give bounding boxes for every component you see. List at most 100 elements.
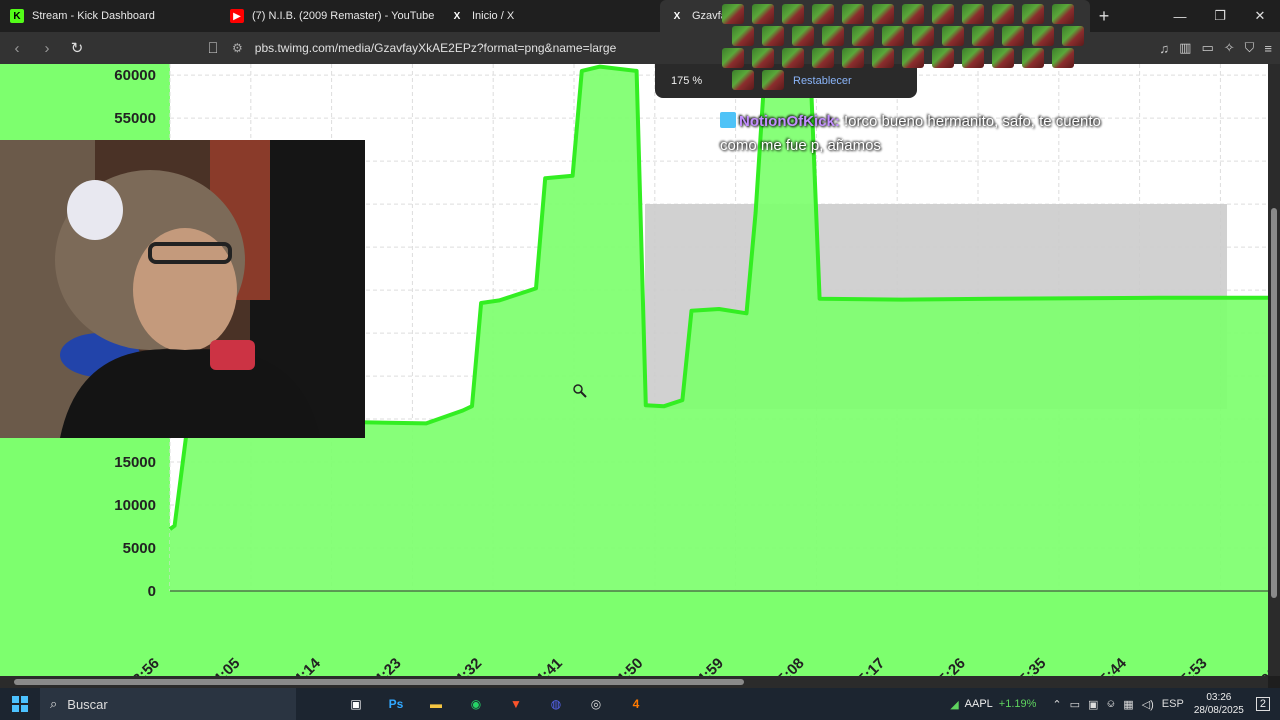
- search-icon: ⌕: [50, 696, 58, 711]
- emote-icon: [792, 26, 814, 46]
- emote-icon: [992, 48, 1014, 68]
- brave-icon[interactable]: ▼: [496, 688, 536, 720]
- notifications-icon[interactable]: 2: [1255, 697, 1270, 711]
- emote-icon: [752, 48, 774, 68]
- emote-icon: [992, 4, 1014, 24]
- taskbar-search[interactable]: ⌕ Buscar: [40, 688, 296, 720]
- emote-icon: [762, 70, 784, 90]
- webcam-feed: [0, 140, 365, 438]
- address-bar: ‹ › ↻ ⎕ ⚙ pbs.twimg.com/media/GzavfayXkA…: [0, 32, 1280, 64]
- emote-icon: [912, 26, 934, 46]
- emote-icon: [932, 4, 954, 24]
- windows-taskbar: ⌕ Buscar ▣ Ps ▬ ◉ ▼ ◍ ◎ 4 ◢ AAPL +1.19% ⌃ ▭ ▣ ⎉…: [0, 688, 1280, 720]
- tab-label: Inicio / X: [472, 10, 515, 22]
- sidebar-icon[interactable]: ▥: [1179, 40, 1191, 56]
- chat-username: NotionOfKick:: [739, 113, 840, 130]
- vertical-scrollbar[interactable]: [1268, 64, 1280, 676]
- windows-start-icon[interactable]: [0, 688, 40, 720]
- tab-kick-dashboard[interactable]: K Stream - Kick Dashboard: [0, 0, 220, 32]
- emote-icon: [962, 4, 984, 24]
- y-tick-label: 60000: [114, 67, 156, 84]
- photoshop-icon[interactable]: Ps: [376, 688, 416, 720]
- emote-icon: [842, 48, 864, 68]
- stock-change: +1.19%: [998, 698, 1037, 710]
- browser-toolbar: ♫ ▥ ▭ ✧ ⛉ ≡: [1159, 32, 1272, 64]
- emote-icon: [732, 26, 754, 46]
- emote-icon: [942, 26, 964, 46]
- tab-youtube[interactable]: ▶ (7) N.I.B. (2009 Remaster) - YouTube: [220, 0, 440, 32]
- emote-icon: [722, 4, 744, 24]
- horizontal-scroll-thumb[interactable]: [14, 679, 744, 685]
- obs-icon[interactable]: ◎: [576, 688, 616, 720]
- tray-icons: ⌃ ▭ ▣ ⎉ ▦ ◁) ESP: [1052, 698, 1183, 711]
- network-icon[interactable]: ▭: [1070, 698, 1080, 711]
- file-explorer-icon[interactable]: ▬: [416, 688, 456, 720]
- discord-icon[interactable]: ◍: [536, 688, 576, 720]
- emote-icon: [812, 48, 834, 68]
- back-icon[interactable]: ‹: [4, 35, 30, 61]
- reload-icon[interactable]: ↻: [64, 35, 90, 61]
- x-icon: X: [673, 10, 681, 22]
- stock-widget[interactable]: ◢ AAPL +1.19%: [950, 698, 1036, 711]
- emote-icon: [872, 48, 894, 68]
- emote-icon: [932, 48, 954, 68]
- emote-icon: [1032, 26, 1054, 46]
- emote-icon: [852, 26, 874, 46]
- forward-icon[interactable]: ›: [34, 35, 60, 61]
- system-tray: ◢ AAPL +1.19% ⌃ ▭ ▣ ⎉ ▦ ◁) ESP 03:26 28/…: [950, 688, 1280, 720]
- taskbar-apps: ▣ Ps ▬ ◉ ▼ ◍ ◎ 4: [336, 688, 656, 720]
- y-tick-label: 10000: [114, 497, 156, 514]
- restore-icon[interactable]: ❐: [1200, 0, 1240, 32]
- mic-icon[interactable]: ⎉: [1106, 698, 1115, 711]
- emote-icon: [1052, 4, 1074, 24]
- emote-icon: [752, 4, 774, 24]
- emote-icon: [902, 48, 924, 68]
- emote-icon: [812, 4, 834, 24]
- url-text: pbs.twimg.com/media/GzavfayXkAE2EPz?form…: [254, 41, 617, 55]
- emote-icon: [1022, 48, 1044, 68]
- youtube-icon: ▶: [230, 9, 244, 23]
- horizontal-scrollbar[interactable]: [0, 676, 1268, 688]
- chat-emote-wall: [722, 4, 1084, 100]
- emote-icon: [882, 26, 904, 46]
- browser-tab-strip: K Stream - Kick Dashboard ▶ (7) N.I.B. (…: [0, 0, 1280, 32]
- vertical-scroll-thumb[interactable]: [1271, 208, 1277, 598]
- clock-time: 03:26: [1206, 692, 1232, 703]
- chevron-up-icon[interactable]: ⌃: [1052, 698, 1061, 711]
- media-icon[interactable]: ♫: [1159, 41, 1169, 56]
- emote-icon: [732, 70, 754, 90]
- y-tick-label: 0: [148, 583, 156, 600]
- emote-icon: [762, 26, 784, 46]
- minimize-icon[interactable]: —: [1160, 0, 1200, 32]
- close-icon[interactable]: ✕: [1240, 0, 1280, 32]
- y-tick-label: 15000: [114, 454, 156, 471]
- display-icon[interactable]: ▦: [1123, 698, 1133, 711]
- emote-icon: [782, 48, 804, 68]
- language-indicator[interactable]: ESP: [1162, 698, 1184, 711]
- bookmark-icon[interactable]: ⎕: [200, 35, 226, 61]
- zoom-level: 175 %: [671, 75, 703, 87]
- chat-message: NotionOfKick: !orco bueno hermanito, saf…: [720, 110, 1120, 158]
- site-info-icon[interactable]: ⚙: [232, 41, 243, 55]
- clock[interactable]: 03:26 28/08/2025: [1194, 691, 1244, 717]
- emote-icon: [782, 4, 804, 24]
- wallet-icon[interactable]: ▭: [1201, 40, 1213, 56]
- tab-x-home[interactable]: X Inicio / X: [440, 0, 660, 32]
- emote-icon: [822, 26, 844, 46]
- y-tick-label: 55000: [114, 110, 156, 127]
- whatsapp-icon[interactable]: ◉: [456, 688, 496, 720]
- emote-icon: [1052, 48, 1074, 68]
- tab-label: (7) N.I.B. (2009 Remaster) - YouTube: [252, 10, 435, 22]
- task-view-icon[interactable]: ▣: [336, 688, 376, 720]
- new-tab-button[interactable]: +: [1090, 6, 1118, 27]
- menu-icon[interactable]: ≡: [1264, 41, 1272, 56]
- emote-icon: [1002, 26, 1024, 46]
- kick-icon: K: [10, 9, 24, 23]
- leo-ai-icon[interactable]: ✧: [1224, 40, 1235, 56]
- camera-icon[interactable]: ▣: [1088, 698, 1098, 711]
- app-4-icon[interactable]: 4: [616, 688, 656, 720]
- emote-icon: [972, 26, 994, 46]
- vpn-icon[interactable]: ⛉: [1245, 40, 1255, 56]
- tab-label: Stream - Kick Dashboard: [32, 10, 155, 22]
- volume-icon[interactable]: ◁): [1142, 698, 1154, 711]
